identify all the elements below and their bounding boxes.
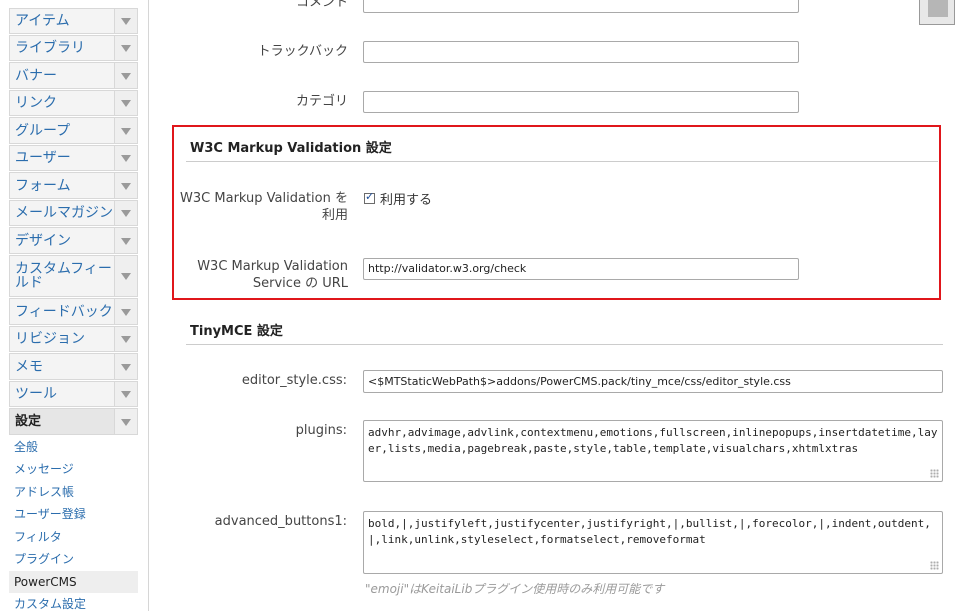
sidebar-item-label: フィードバック	[15, 303, 113, 320]
submenu-item-label: カスタム設定	[14, 597, 87, 611]
chevron-down-icon[interactable]	[114, 9, 137, 33]
sidebar-item-library[interactable]: ライブラリ	[9, 35, 138, 61]
submenu-item-messages[interactable]: メッセージ	[9, 458, 138, 480]
sidebar-item-items[interactable]: アイテム	[9, 8, 138, 34]
app-icon[interactable]	[919, 0, 955, 25]
w3c-section-title: W3C Markup Validation 設定	[190, 141, 392, 156]
plugins-value: advhr,advimage,advlink,contextmenu,emoti…	[368, 426, 938, 455]
chevron-down-icon[interactable]	[114, 173, 137, 198]
chevron-down-icon[interactable]	[114, 201, 137, 225]
sidebar-item-settings[interactable]: 設定	[9, 408, 138, 435]
submenu-item-address-book[interactable]: アドレス帳	[9, 481, 138, 503]
sidebar-item-label: リビジョン	[15, 331, 85, 347]
submenu-item-filters[interactable]: フィルタ	[9, 526, 138, 548]
sidebar-item-banner[interactable]: バナー	[9, 62, 138, 89]
submenu-item-label: アドレス帳	[14, 485, 75, 499]
app-icon-glyph	[928, 0, 948, 17]
chevron-down-icon[interactable]	[114, 327, 137, 351]
chevron-down-icon[interactable]	[114, 382, 137, 406]
comment-input[interactable]	[363, 0, 799, 13]
sidebar-item-custom-fields[interactable]: カスタムフィールド	[9, 255, 138, 297]
sidebar-item-label: デザイン	[15, 232, 71, 249]
w3c-enable-checkbox-label[interactable]: 利用する	[380, 189, 432, 208]
comment-label: コメント	[295, 0, 348, 10]
chevron-down-icon[interactable]	[114, 146, 137, 170]
advanced-buttons1-value: bold,|,justifyleft,justifycenter,justify…	[368, 517, 931, 546]
sidebar-item-memo[interactable]: メモ	[9, 353, 138, 380]
w3c-service-url-value: http://validator.w3.org/check	[368, 262, 527, 275]
chevron-down-icon[interactable]	[114, 63, 137, 88]
chevron-down-icon[interactable]	[114, 228, 137, 253]
submenu-item-label: プラグイン	[14, 552, 75, 566]
w3c-enable-label: W3C Markup Validation を 利用	[170, 190, 348, 224]
chevron-down-icon[interactable]	[114, 36, 137, 60]
emoji-hint: "emoji"はKeitaiLibプラグイン使用時のみ利用可能です	[365, 582, 665, 596]
editor-style-input[interactable]: <$MTStaticWebPath$>addons/PowerCMS.pack/…	[363, 370, 943, 393]
sidebar-item-label: ユーザー	[15, 150, 71, 166]
sidebar-item-label: ツール	[15, 386, 57, 402]
sidebar-item-label: カスタムフィールド	[15, 261, 112, 291]
sidebar-item-label: メールマガジン	[15, 205, 113, 221]
sidebar-item-label: 設定	[15, 413, 42, 429]
w3c-enable-label-line1: W3C Markup Validation を	[180, 191, 348, 206]
category-input[interactable]	[363, 91, 799, 113]
w3c-service-label-line1: W3C Markup Validation	[197, 259, 348, 274]
sidebar-item-label: ライブラリ	[15, 40, 85, 56]
sidebar-divider	[148, 0, 149, 611]
submenu-item-label: 全般	[14, 440, 39, 454]
editor-style-value: <$MTStaticWebPath$>addons/PowerCMS.pack/…	[368, 375, 791, 388]
sidebar-item-newsletter[interactable]: メールマガジン	[9, 200, 138, 226]
submenu-item-label: メッセージ	[14, 462, 74, 476]
submenu-item-label: PowerCMS	[14, 575, 77, 589]
w3c-enable-label-line2: 利用	[321, 208, 348, 223]
sidebar-item-label: グループ	[15, 122, 71, 139]
w3c-enable-checkbox[interactable]	[364, 190, 375, 204]
sidebar-item-design[interactable]: デザイン	[9, 227, 138, 254]
submenu-item-custom-settings[interactable]: カスタム設定	[9, 593, 138, 615]
advanced-buttons1-textarea[interactable]: bold,|,justifyleft,justifycenter,justify…	[363, 511, 943, 574]
sidebar-item-label: バナー	[15, 67, 57, 84]
chevron-down-icon[interactable]	[114, 299, 137, 324]
submenu-item-user-registration[interactable]: ユーザー登録	[9, 503, 138, 525]
sidebar-item-label: アイテム	[15, 13, 70, 29]
sidebar-item-label: リンク	[15, 95, 57, 111]
submenu-item-plugins[interactable]: プラグイン	[9, 548, 138, 570]
sidebar-item-feedback[interactable]: フィードバック	[9, 298, 138, 325]
sidebar-item-tools[interactable]: ツール	[9, 381, 138, 407]
submenu-item-powercms[interactable]: PowerCMS	[9, 571, 138, 593]
sidebar-item-label: フォーム	[15, 177, 71, 194]
sidebar-item-users[interactable]: ユーザー	[9, 145, 138, 171]
sidebar-item-links[interactable]: リンク	[9, 90, 138, 116]
resize-grip-icon[interactable]	[930, 469, 939, 478]
sidebar-item-forms[interactable]: フォーム	[9, 172, 138, 199]
sidebar: アイテム ライブラリ バナー リンク グループ ユーザー フォーム メールマガジ…	[0, 0, 149, 611]
editor-style-label: editor_style.css:	[241, 373, 347, 388]
submenu-item-general[interactable]: 全般	[9, 436, 138, 458]
section-divider	[186, 344, 943, 345]
section-divider	[186, 161, 938, 162]
plugins-textarea[interactable]: advhr,advimage,advlink,contextmenu,emoti…	[363, 420, 943, 482]
submenu-item-label: フィルタ	[14, 530, 62, 544]
trackback-input[interactable]	[363, 41, 799, 63]
resize-grip-icon[interactable]	[930, 561, 939, 570]
chevron-down-icon[interactable]	[114, 354, 137, 379]
trackback-label: トラックバック	[257, 44, 348, 59]
w3c-service-label: W3C Markup Validation Service の URL	[170, 258, 348, 292]
category-label: カテゴリ	[295, 94, 348, 109]
sidebar-item-label: メモ	[15, 358, 43, 375]
chevron-down-icon[interactable]	[114, 409, 137, 434]
submenu-item-label: ユーザー登録	[14, 507, 86, 521]
sidebar-item-revisions[interactable]: リビジョン	[9, 326, 138, 352]
w3c-service-url-input[interactable]: http://validator.w3.org/check	[363, 258, 799, 280]
plugins-label: plugins:	[295, 423, 347, 438]
advanced-buttons1-label: advanced_buttons1:	[214, 514, 347, 529]
chevron-down-icon[interactable]	[114, 118, 137, 143]
sidebar-item-groups[interactable]: グループ	[9, 117, 138, 144]
tinymce-section-title: TinyMCE 設定	[190, 324, 283, 339]
w3c-service-label-line2: Service の URL	[252, 276, 348, 291]
chevron-down-icon[interactable]	[114, 91, 137, 115]
chevron-down-icon[interactable]	[114, 256, 137, 296]
